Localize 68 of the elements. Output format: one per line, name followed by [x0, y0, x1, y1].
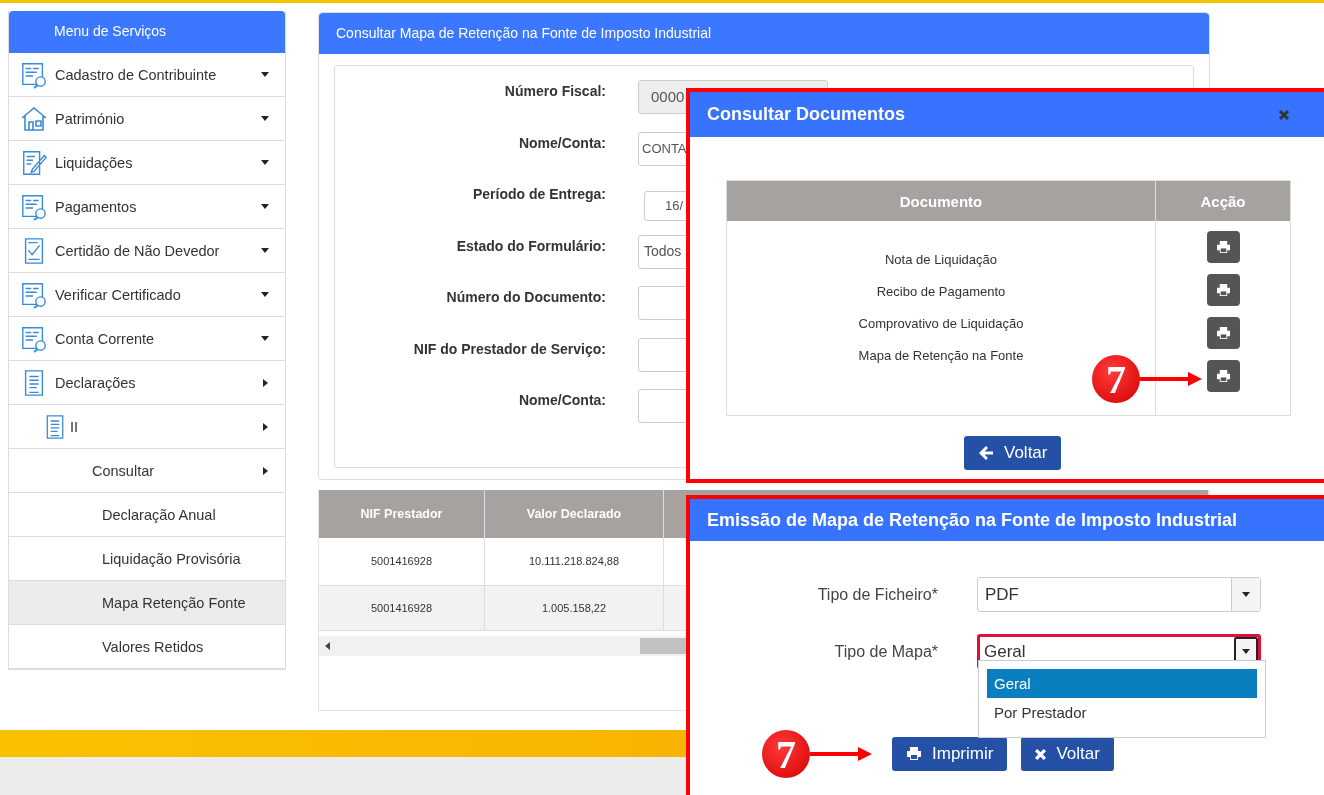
sidebar-label: Cadastro de Contribuinte [55, 66, 218, 83]
dropdown-option[interactable]: Por Prestador [987, 698, 1257, 727]
callout-arrow [1140, 372, 1202, 386]
printer-icon [1215, 369, 1231, 383]
sidebar-label: Valores Retidos [102, 638, 205, 655]
sidebar-label: Património [55, 110, 126, 127]
sidebar-label: Verificar Certificado [55, 286, 182, 303]
form-search-icon [20, 192, 48, 221]
dialog-title: Consultar Documentos [707, 104, 907, 125]
printer-icon [1215, 240, 1231, 254]
print-button[interactable] [1206, 231, 1240, 263]
panel-title: Consultar Mapa de Retenção na Fonte de Imposto Industrial [319, 13, 1209, 54]
document-name: Recibo de Pagamento [876, 283, 1006, 300]
close-icon [1035, 748, 1047, 760]
printer-icon [1215, 326, 1231, 340]
column-header: Valor Declarado [485, 489, 664, 538]
field-label: Número do Documento: [445, 288, 606, 307]
printer-icon [1215, 283, 1231, 297]
callout-arrow [810, 747, 872, 761]
sidebar-label: Liquidação Provisória [102, 550, 242, 567]
sidebar-item[interactable]: Mapa Retenção Fonte [9, 581, 285, 625]
sidebar-label: Declaração Anual [102, 506, 217, 523]
field-label: Nome/Conta: [517, 391, 606, 410]
sidebar-label: Mapa Retenção Fonte [102, 594, 247, 611]
field-label: Número Fiscal: [503, 82, 606, 101]
file-type-select[interactable]: PDF [977, 577, 1261, 612]
document-pencil-icon [20, 148, 48, 177]
document-name: Nota de Liquidação [885, 251, 997, 268]
print-button[interactable] [1206, 274, 1240, 306]
document-name: Comprovativo de Liquidação [858, 315, 1024, 332]
sidebar-label: Certidão de Não Devedor [55, 242, 221, 259]
form-search-icon [20, 60, 48, 89]
arrow-left-icon [978, 445, 994, 461]
sidebar-label: Conta Corrente [55, 330, 156, 347]
field-label: NIF do Prestador de Serviço: [412, 339, 606, 359]
table-cell: 10.111.218.824,88 [485, 537, 664, 585]
printer-icon [906, 747, 922, 761]
back-button[interactable]: Voltar [1021, 737, 1114, 771]
table-cell: 5001416928 [319, 585, 485, 630]
field-label: Nome/Conta: [517, 133, 606, 153]
house-icon [20, 104, 48, 133]
field-label: Tipo de Ficheiro* [816, 585, 938, 604]
field-label: Tipo de Mapa* [833, 642, 938, 661]
back-button[interactable]: Voltar [964, 436, 1062, 470]
dropdown-option[interactable]: Geral [987, 669, 1257, 698]
table-cell: 1.005.158,22 [485, 585, 664, 630]
step-badge: 7 [762, 730, 810, 778]
print-button[interactable] [1206, 317, 1240, 349]
sidebar-label: Declarações [55, 374, 137, 391]
document-name: Mapa de Retenção na Fonte [858, 347, 1024, 364]
document-search-icon [20, 280, 48, 309]
dialog-title: Emissão de Mapa de Retenção na Fonte de Imposto Industrial [707, 509, 1239, 531]
column-header: Acção [1199, 191, 1247, 212]
sidebar-label: Consultar [92, 462, 156, 479]
document-search-icon [20, 324, 48, 353]
close-icon[interactable] [1278, 108, 1290, 121]
column-header: Documento [727, 181, 1156, 221]
field-label: Período de Entrega: [471, 185, 606, 204]
print-button[interactable]: Imprimir [892, 737, 1008, 771]
sidebar-title: Menu de Serviços [9, 11, 285, 53]
print-button[interactable] [1206, 360, 1240, 392]
column-header: NIF Prestador [319, 489, 485, 538]
table-cell: 5001416928 [319, 537, 485, 585]
step-badge: 7 [1092, 355, 1140, 403]
sidebar-label: Pagamentos [55, 198, 138, 215]
sidebar-label: Liquidações [55, 154, 134, 171]
field-label: Estado do Formulário: [455, 236, 606, 256]
sidebar-label: II [70, 418, 80, 435]
